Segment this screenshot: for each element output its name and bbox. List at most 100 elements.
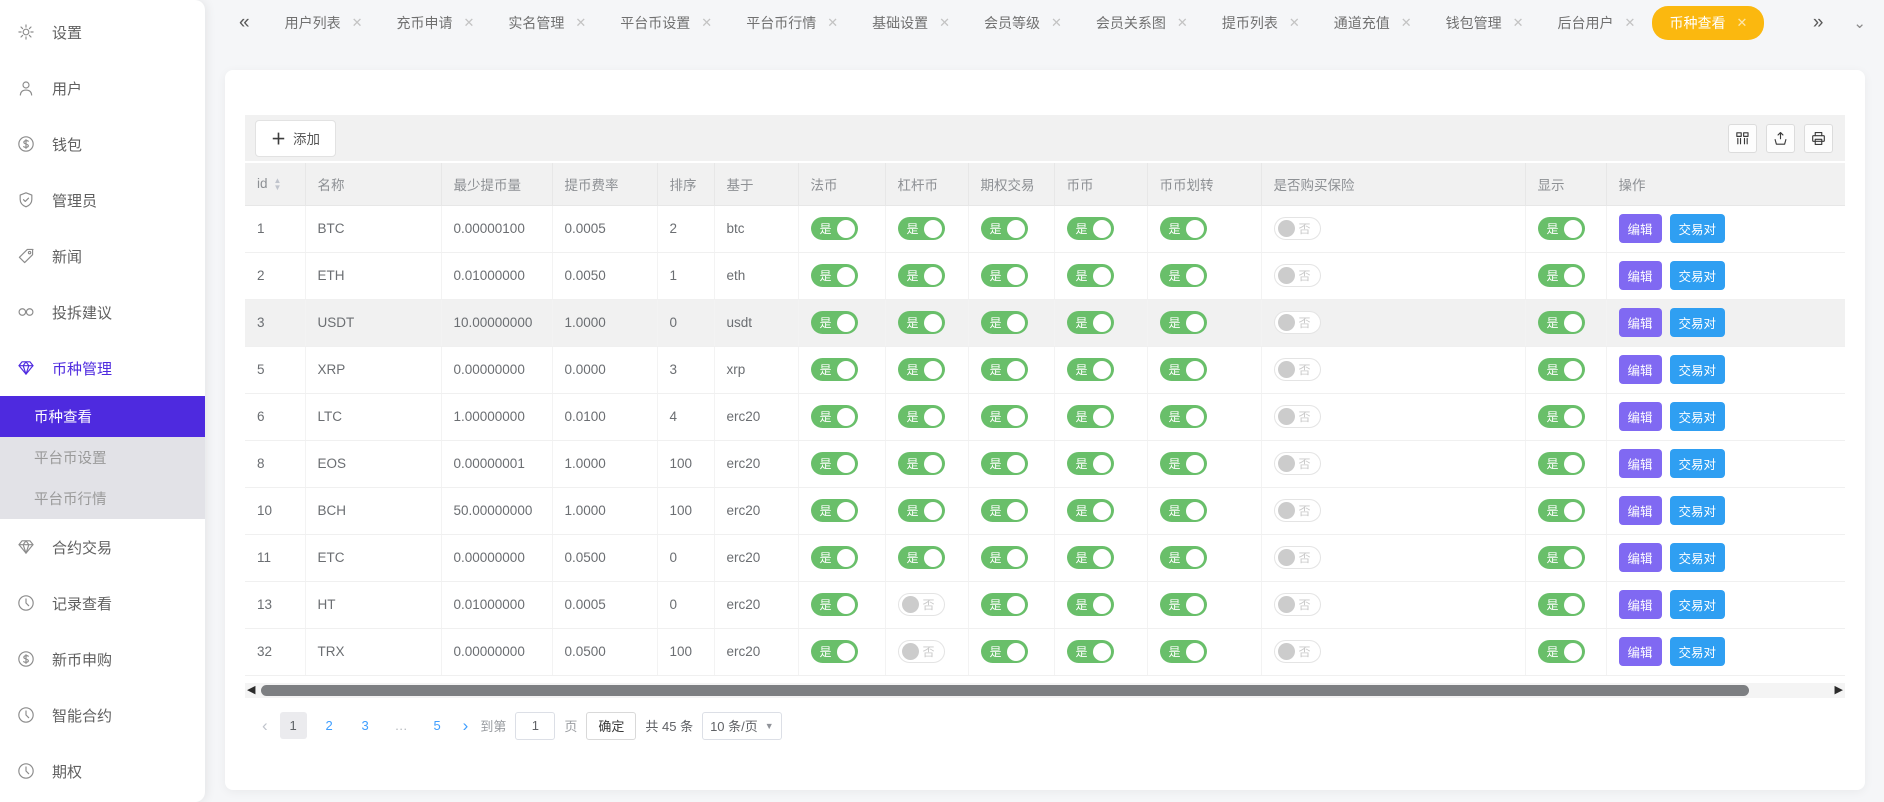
sidebar-item-11[interactable]: 期权 xyxy=(0,743,205,799)
tab-12[interactable]: 币种查看✕ xyxy=(1652,6,1764,40)
toggle-switch[interactable]: 是 xyxy=(898,452,945,475)
tab-close-icon[interactable]: ✕ xyxy=(352,16,363,29)
toggle-switch[interactable]: 否 xyxy=(1274,264,1321,287)
toggle-switch[interactable]: 否 xyxy=(1274,593,1321,616)
toggle-switch[interactable]: 是 xyxy=(1160,405,1207,428)
sidebar-item-6[interactable]: 币种管理 xyxy=(0,340,205,396)
page-size-select[interactable]: 10 条/页 ▼ xyxy=(702,712,782,740)
tab-2[interactable]: 实名管理✕ xyxy=(491,6,603,40)
toggle-switch[interactable]: 是 xyxy=(1067,358,1114,381)
pair-button[interactable]: 交易对 xyxy=(1670,543,1726,572)
toggle-switch[interactable]: 是 xyxy=(1067,546,1114,569)
toggle-switch[interactable]: 是 xyxy=(1160,499,1207,522)
toggle-switch[interactable]: 是 xyxy=(981,640,1028,663)
pair-button[interactable]: 交易对 xyxy=(1670,402,1726,431)
tabs-scroll-right-icon[interactable]: » xyxy=(1809,12,1828,34)
toggle-switch[interactable]: 是 xyxy=(898,217,945,240)
scrollbar-thumb[interactable] xyxy=(261,685,1749,696)
pair-button[interactable]: 交易对 xyxy=(1670,355,1726,384)
tab-close-icon[interactable]: ✕ xyxy=(1401,16,1412,29)
scroll-right-arrow-icon[interactable]: ▶ xyxy=(1835,685,1843,696)
pair-button[interactable]: 交易对 xyxy=(1670,214,1726,243)
toggle-switch[interactable]: 是 xyxy=(811,358,858,381)
pair-button[interactable]: 交易对 xyxy=(1670,449,1726,478)
toggle-switch[interactable]: 是 xyxy=(811,593,858,616)
toggle-switch[interactable]: 是 xyxy=(981,593,1028,616)
toggle-switch[interactable]: 是 xyxy=(1538,311,1585,334)
toggle-switch[interactable]: 是 xyxy=(811,217,858,240)
sidebar-subitem-0[interactable]: 币种查看 xyxy=(0,396,205,437)
toggle-switch[interactable]: 否 xyxy=(1274,311,1321,334)
tabs-scroll-left-icon[interactable]: « xyxy=(235,12,254,34)
edit-button[interactable]: 编辑 xyxy=(1619,214,1662,243)
edit-button[interactable]: 编辑 xyxy=(1619,449,1662,478)
tab-close-icon[interactable]: ✕ xyxy=(1051,16,1062,29)
toggle-switch[interactable]: 是 xyxy=(1067,452,1114,475)
scroll-left-arrow-icon[interactable]: ◀ xyxy=(247,685,255,696)
toggle-switch[interactable]: 是 xyxy=(981,405,1028,428)
toggle-switch[interactable]: 是 xyxy=(1538,452,1585,475)
toggle-switch[interactable]: 是 xyxy=(1160,311,1207,334)
toggle-switch[interactable]: 是 xyxy=(1067,311,1114,334)
tabs-menu-chevron-down-icon[interactable]: ⌄ xyxy=(1849,14,1870,32)
toggle-switch[interactable]: 是 xyxy=(1538,546,1585,569)
pair-button[interactable]: 交易对 xyxy=(1670,261,1726,290)
tab-8[interactable]: 提币列表✕ xyxy=(1205,6,1317,40)
toggle-switch[interactable]: 否 xyxy=(1274,358,1321,381)
sidebar-item-7[interactable]: 合约交易 xyxy=(0,519,205,575)
edit-button[interactable]: 编辑 xyxy=(1619,496,1662,525)
toggle-switch[interactable]: 是 xyxy=(1538,358,1585,381)
toggle-switch[interactable]: 是 xyxy=(811,640,858,663)
tab-4[interactable]: 平台币行情✕ xyxy=(729,6,855,40)
sidebar-item-3[interactable]: 管理员 xyxy=(0,172,205,228)
toggle-switch[interactable]: 是 xyxy=(898,405,945,428)
toggle-switch[interactable]: 是 xyxy=(1538,217,1585,240)
tab-close-icon[interactable]: ✕ xyxy=(1625,16,1636,29)
tab-close-icon[interactable]: ✕ xyxy=(1177,16,1188,29)
edit-button[interactable]: 编辑 xyxy=(1619,543,1662,572)
page-number-3[interactable]: 3 xyxy=(352,712,379,739)
edit-button[interactable]: 编辑 xyxy=(1619,402,1662,431)
toggle-switch[interactable]: 是 xyxy=(898,358,945,381)
edit-button[interactable]: 编辑 xyxy=(1619,355,1662,384)
edit-button[interactable]: 编辑 xyxy=(1619,261,1662,290)
toggle-switch[interactable]: 是 xyxy=(811,311,858,334)
toggle-switch[interactable]: 是 xyxy=(1160,640,1207,663)
next-page-icon[interactable]: › xyxy=(460,716,472,736)
toggle-switch[interactable]: 是 xyxy=(1160,264,1207,287)
tab-9[interactable]: 通道充值✕ xyxy=(1317,6,1429,40)
sidebar-item-0[interactable]: 设置 xyxy=(0,4,205,60)
tab-1[interactable]: 充币申请✕ xyxy=(379,6,491,40)
page-number-2[interactable]: 2 xyxy=(316,712,343,739)
pair-button[interactable]: 交易对 xyxy=(1670,496,1726,525)
toggle-switch[interactable]: 是 xyxy=(981,264,1028,287)
toggle-switch[interactable]: 否 xyxy=(1274,405,1321,428)
sidebar-subitem-1[interactable]: 平台币设置 xyxy=(0,437,205,478)
toggle-switch[interactable]: 是 xyxy=(981,217,1028,240)
tab-close-icon[interactable]: ✕ xyxy=(1289,16,1300,29)
sidebar-item-5[interactable]: 投拆建议 xyxy=(0,284,205,340)
toggle-switch[interactable]: 是 xyxy=(1160,546,1207,569)
tab-7[interactable]: 会员关系图✕ xyxy=(1079,6,1205,40)
toggle-switch[interactable]: 是 xyxy=(811,264,858,287)
page-number-1[interactable]: 1 xyxy=(280,712,307,739)
toggle-switch[interactable]: 是 xyxy=(1067,264,1114,287)
toggle-switch[interactable]: 否 xyxy=(1274,499,1321,522)
tab-5[interactable]: 基础设置✕ xyxy=(855,6,967,40)
export-button[interactable] xyxy=(1766,124,1795,153)
toggle-switch[interactable]: 是 xyxy=(1067,217,1114,240)
tab-close-icon[interactable]: ✕ xyxy=(939,16,950,29)
tab-6[interactable]: 会员等级✕ xyxy=(967,6,1079,40)
toggle-switch[interactable]: 是 xyxy=(981,452,1028,475)
goto-page-input[interactable] xyxy=(515,712,555,740)
tab-close-icon[interactable]: ✕ xyxy=(575,16,586,29)
toggle-switch[interactable]: 是 xyxy=(1160,358,1207,381)
tab-0[interactable]: 用户列表✕ xyxy=(268,6,380,40)
toggle-switch[interactable]: 是 xyxy=(898,499,945,522)
page-number-5[interactable]: 5 xyxy=(424,712,451,739)
edit-button[interactable]: 编辑 xyxy=(1619,590,1662,619)
tab-close-icon[interactable]: ✕ xyxy=(1513,16,1524,29)
toggle-switch[interactable]: 是 xyxy=(1538,593,1585,616)
goto-confirm-button[interactable]: 确定 xyxy=(586,712,636,740)
toggle-switch[interactable]: 是 xyxy=(981,546,1028,569)
